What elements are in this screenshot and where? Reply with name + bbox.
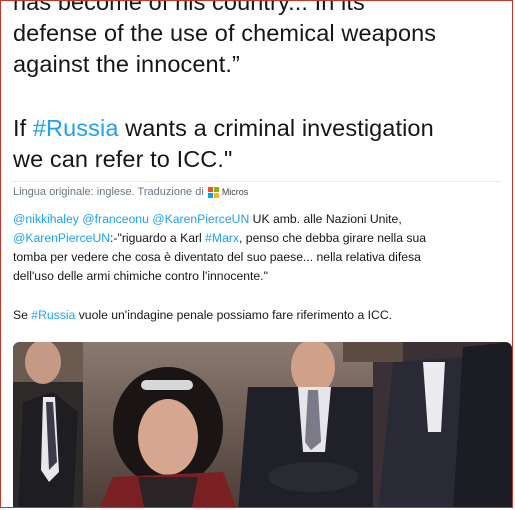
divider: [11, 181, 502, 182]
un-meeting-photo-image: [13, 342, 512, 507]
tweet-line-4: we can refer to ICC.": [13, 146, 233, 172]
translation-line-5: Se #Russia vuole un'indagine penale poss…: [13, 306, 392, 325]
translation-line-2-text-b: , penso che debba girare nella sua: [239, 231, 427, 245]
hashtag-marx-link[interactable]: #Marx: [205, 231, 239, 245]
translation-line-1-text: UK amb. alle Nazioni Unite,: [249, 212, 402, 226]
tweet-line-3-suffix: wants a criminal investigation: [118, 115, 434, 141]
translation-line-2-text-a: :-"riguardo a Karl: [110, 231, 206, 245]
microsoft-logo-icon: [207, 186, 219, 198]
translation-line-3: tomba per vedere che cosa è diventato de…: [13, 250, 421, 264]
translation-line-4: dell'uso delle armi chimiche contro l'in…: [13, 269, 268, 283]
tweet-line-3: If #Russia wants a criminal investigatio…: [13, 113, 434, 144]
mention-links[interactable]: @nikkihaley @franceonu @KarenPierceUN: [13, 212, 249, 226]
translation-label: Lingua originale: inglese. Traduzione di: [13, 186, 204, 198]
translation-provider-link[interactable]: Micros: [222, 187, 249, 197]
tweet-line-1: defense of the use of chemical weapons: [13, 20, 437, 46]
translation-line-1: @nikkihaley @franceonu @KarenPierceUN UK…: [13, 210, 402, 229]
tweet-cut-line: has become of his country... In its: [13, 0, 365, 15]
hashtag-russia-translated-link[interactable]: #Russia: [31, 308, 75, 322]
hashtag-russia-link[interactable]: #Russia: [33, 115, 119, 141]
translation-attribution: Lingua originale: inglese. Traduzione di…: [13, 186, 248, 198]
translation-line-5-suffix: vuole un'indagine penale possiamo fare r…: [75, 308, 393, 322]
translation-line-5-prefix: Se: [13, 308, 32, 322]
tweet-line-2: against the innocent.”: [13, 51, 240, 77]
mention-karenpierceun-link[interactable]: @KarenPierceUN: [13, 231, 110, 245]
translation-line-2: @KarenPierceUN:-"riguardo a Karl #Marx, …: [13, 229, 426, 248]
tweet-photo[interactable]: [13, 342, 512, 507]
tweet-line-3-prefix: If: [13, 115, 33, 141]
screenshot-frame: has become of his country... In its defe…: [0, 0, 513, 508]
